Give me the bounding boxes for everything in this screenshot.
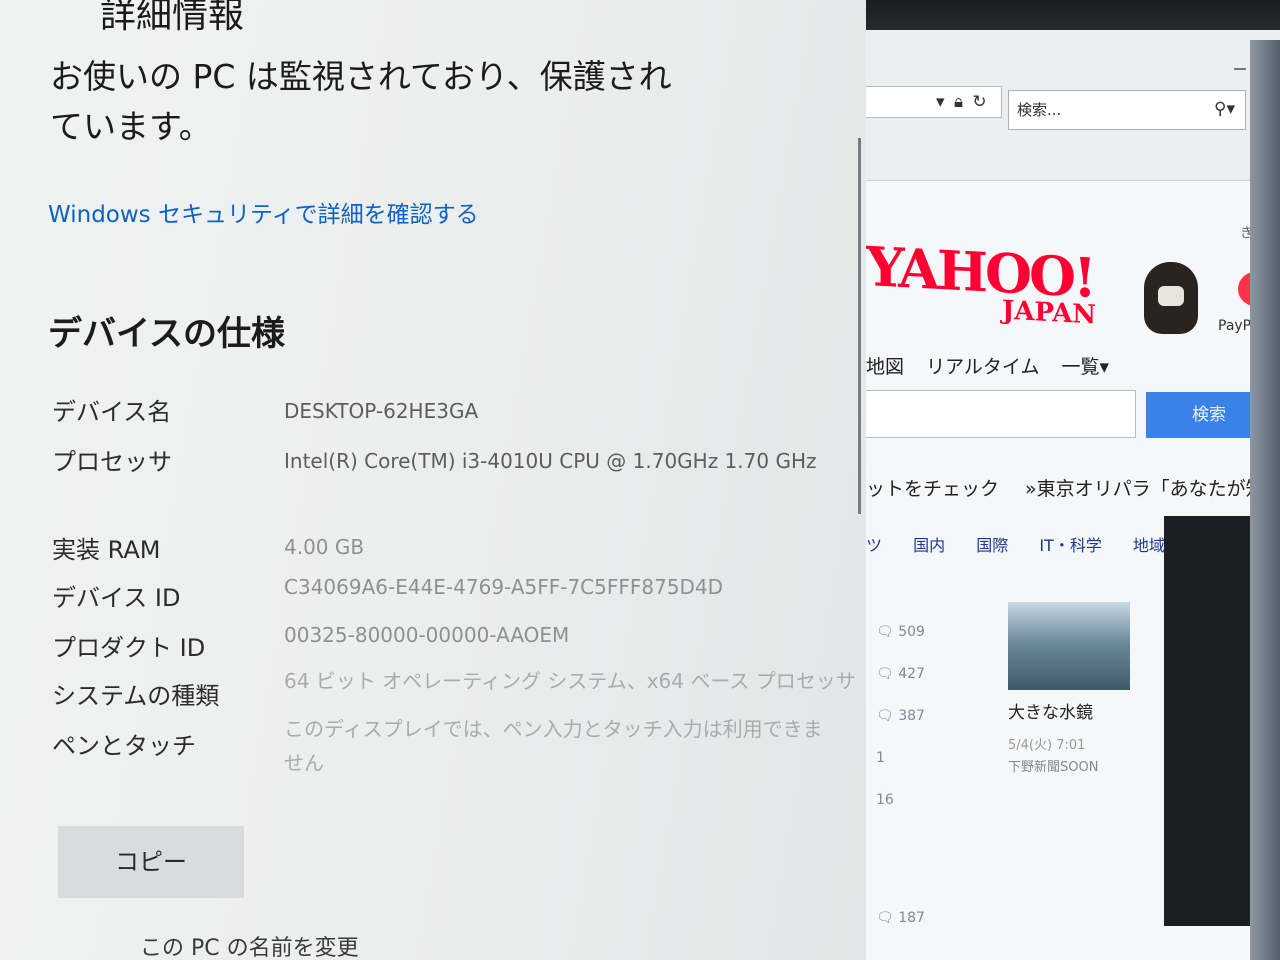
tab-domestic[interactable]: 国内 xyxy=(913,536,945,555)
spec-label: プロダクト ID xyxy=(52,634,206,662)
comment-count: 🗨︎ 187 xyxy=(876,910,925,926)
copy-button[interactable]: コピー xyxy=(58,826,244,898)
comment-count: 1 xyxy=(876,750,885,766)
comment-count: 🗨︎ 427 xyxy=(876,666,925,682)
comment-count: 16 xyxy=(876,792,894,808)
tab-it-science[interactable]: IT・科学 xyxy=(1039,536,1102,555)
nav-item-map[interactable]: 地図 xyxy=(866,356,904,378)
mascot-image[interactable] xyxy=(1144,262,1198,334)
news-ticker: ットをチェック »東京オリパラ「あなたが知りたいこと xyxy=(866,474,1280,501)
protection-status-message: お使いの PC は監視されており、保護されています。 xyxy=(50,57,672,146)
spec-value: Intel(R) Core(TM) i3-4010U CPU @ 1.70GHz… xyxy=(284,449,817,473)
browser-menu-dash xyxy=(1234,68,1246,70)
page-divider xyxy=(862,180,1280,181)
scrollbar[interactable] xyxy=(858,138,861,514)
comment-count: 🗨︎ 509 xyxy=(876,624,925,640)
spec-label: システムの種類 xyxy=(52,682,220,710)
nav-item-list[interactable]: 一覧▾ xyxy=(1062,356,1110,378)
news-thumbnail[interactable] xyxy=(1008,602,1130,690)
ticker-item[interactable]: »東京オリパラ「あなたが知りたいこと xyxy=(1025,478,1280,500)
spec-value: このディスプレイでは、ペン入力とタッチ入力は利用できません xyxy=(284,717,823,775)
device-specs-heading: デバイスの仕様 xyxy=(48,314,285,354)
address-bar-icons: ▾ 🔒︎ ↻ xyxy=(936,86,989,118)
yahoo-logo-japan: JAPAN xyxy=(1002,295,1097,331)
browser-search-placeholder: 検索... xyxy=(1017,101,1062,119)
spec-value: 4.00 GB xyxy=(284,535,365,559)
desk-background xyxy=(1250,40,1280,960)
ticker-item[interactable]: ットをチェック xyxy=(866,478,999,500)
tab-sports[interactable]: ツ xyxy=(866,536,882,555)
tab-international[interactable]: 国際 xyxy=(976,536,1008,555)
spec-value: DESKTOP-62HE3GA xyxy=(284,399,479,423)
yahoo-search-input[interactable] xyxy=(862,390,1136,438)
news-title[interactable]: 大きな水鏡 xyxy=(1008,698,1093,723)
spec-label: 実装 RAM xyxy=(52,536,161,564)
comment-count: 🗨︎ 387 xyxy=(876,708,925,724)
search-button-label: 検索 xyxy=(1192,405,1226,425)
topic-tabs: ツ 国内 国際 IT・科学 地域 xyxy=(866,532,1191,556)
browser-window: ▾ 🔒︎ ↻ 検索... ⚲▾ ⌂ きっず YAHOO! JAPAN ¥ Pay… xyxy=(862,30,1280,960)
spec-value: 00325-80000-00000-AAOEM xyxy=(284,623,570,647)
lock-icon: 🔒︎ xyxy=(953,92,965,112)
nav-item-realtime[interactable]: リアルタイム xyxy=(926,356,1039,378)
refresh-icon[interactable]: ↻ xyxy=(972,92,988,112)
search-icon[interactable]: ⚲▾ xyxy=(1214,99,1235,119)
news-date: 5/4(火) 7:01 xyxy=(1008,738,1086,753)
spec-value: 64 ビット オペレーティング システム、x64 ベース プロセッサ xyxy=(284,669,856,693)
rename-pc-button[interactable]: この PC の名前を変更 xyxy=(140,930,359,960)
settings-about-panel: 詳細情報 お使いの PC は監視されており、保護されています。 Windows … xyxy=(0,0,866,960)
spec-label: デバイス名 xyxy=(52,398,172,426)
tab-region[interactable]: 地域 xyxy=(1133,536,1165,555)
dropdown-icon[interactable]: ▾ xyxy=(936,92,947,112)
spec-label: デバイス ID xyxy=(52,584,181,612)
spec-label: ペンとタッチ xyxy=(52,732,196,760)
windows-security-link[interactable]: Windows セキュリティで詳細を確認する xyxy=(48,195,479,229)
browser-search-box[interactable]: 検索... ⚲▾ xyxy=(1008,90,1246,130)
service-nav: 地図 リアルタイム 一覧▾ xyxy=(866,352,1125,379)
news-source: 下野新聞SOON xyxy=(1008,760,1099,775)
spec-label: プロセッサ xyxy=(52,448,172,476)
spec-value: C34069A6-E44E-4769-A5FF-7C5FFF875D4D xyxy=(284,575,724,599)
section-title: 詳細情報 xyxy=(100,0,245,36)
